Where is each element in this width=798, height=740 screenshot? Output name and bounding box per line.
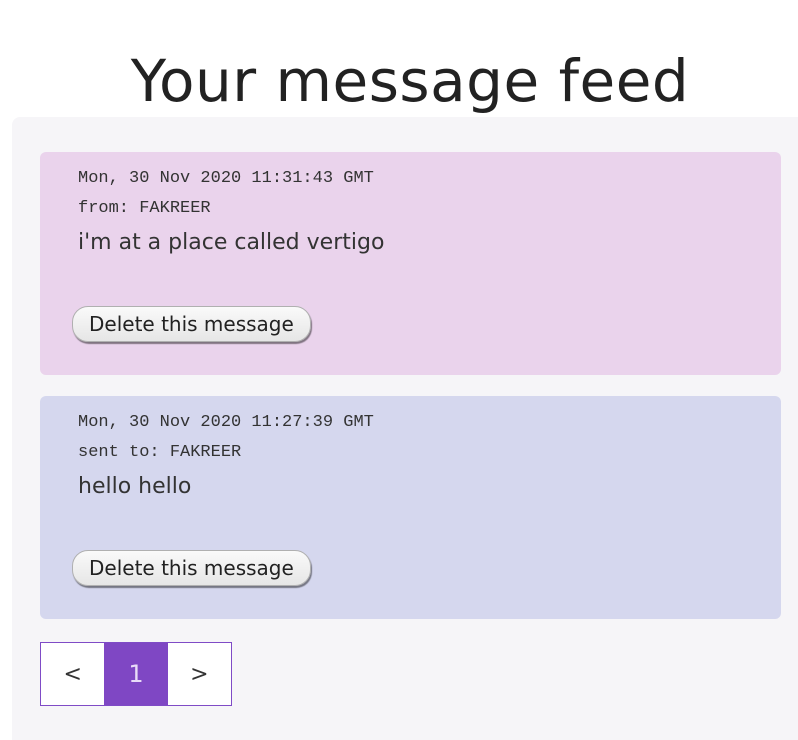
delete-message-button[interactable]: Delete this message bbox=[72, 306, 311, 342]
message-timestamp: Mon, 30 Nov 2020 11:27:39 GMT bbox=[78, 413, 374, 432]
message-body: hello hello bbox=[78, 474, 192, 499]
pagination: < 1 > bbox=[40, 642, 232, 706]
message-card-received: Mon, 30 Nov 2020 11:31:43 GMT from: FAKR… bbox=[40, 152, 781, 375]
message-body: i'm at a place called vertigo bbox=[78, 230, 385, 255]
previous-page-button[interactable]: < bbox=[41, 643, 104, 705]
message-card-sent: Mon, 30 Nov 2020 11:27:39 GMT sent to: F… bbox=[40, 396, 781, 619]
page-title: Your message feed bbox=[130, 46, 690, 115]
delete-message-button[interactable]: Delete this message bbox=[72, 550, 311, 586]
message-timestamp: Mon, 30 Nov 2020 11:31:43 GMT bbox=[78, 169, 374, 188]
message-sender: from: FAKREER bbox=[78, 199, 211, 218]
message-recipient: sent to: FAKREER bbox=[78, 443, 242, 462]
current-page-button[interactable]: 1 bbox=[104, 643, 168, 705]
next-page-button[interactable]: > bbox=[168, 643, 231, 705]
